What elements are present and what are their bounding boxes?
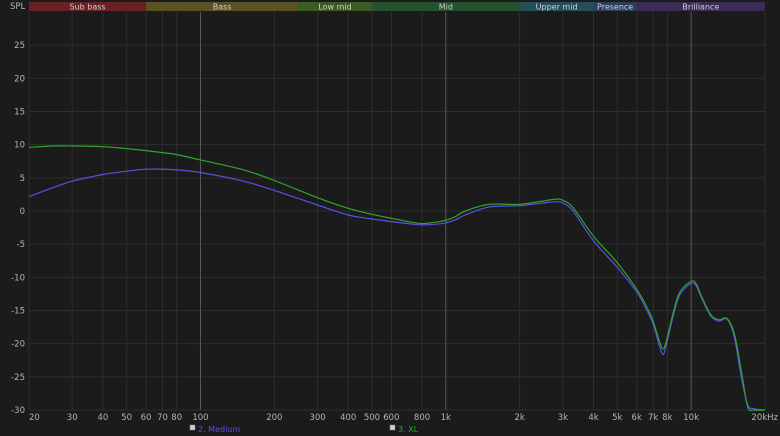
x-tick-8k: 8k: [662, 413, 672, 423]
x-tick-7k: 7k: [648, 413, 658, 423]
x-tick-2k: 2k: [514, 413, 524, 423]
x-tick-400: 400: [340, 413, 356, 423]
legend-checkbox-3-xl: [389, 424, 396, 431]
x-tick-10k: 10k: [683, 413, 699, 423]
x-tick-300: 300: [309, 413, 325, 423]
x-tick-4k: 4k: [588, 413, 598, 423]
frequency-bands: Sub bass Bass Low mid Mid Upper mid Presence B…: [29, 2, 765, 12]
y-tick-15: 15: [14, 108, 25, 118]
x-tick-80: 80: [171, 413, 182, 423]
x-tick-600: 600: [383, 413, 399, 423]
y-tick-10: -10: [11, 273, 25, 283]
x-tick-50: 50: [121, 413, 132, 423]
x-tick-20khz: 20kHz: [751, 413, 778, 423]
y-tick-5: 5: [20, 174, 25, 184]
x-tick-1k: 1k: [441, 413, 451, 423]
x-tick-70: 70: [157, 413, 168, 423]
band-label-bass: Bass: [213, 3, 232, 12]
x-tick-5k: 5k: [612, 413, 622, 423]
y-tick-30: -30: [11, 406, 25, 416]
band-label-low-mid: Low mid: [318, 3, 351, 12]
band-label-brilliance: Brilliance: [682, 3, 719, 12]
x-tick-20: 20: [29, 413, 40, 423]
band-label-sub-bass: Sub bass: [69, 3, 105, 12]
x-tick-800: 800: [414, 413, 430, 423]
band-label-mid: Mid: [439, 3, 453, 12]
y-tick-25: -25: [11, 373, 25, 383]
y-tick-10: 10: [14, 141, 25, 151]
x-tick-3k: 3k: [558, 413, 568, 423]
y-axis-label: SPL: [10, 2, 26, 12]
y-tick-25: 25: [14, 41, 25, 51]
legend-label-3-xl: 3. XL: [398, 425, 419, 434]
x-tick-100: 100: [192, 413, 208, 423]
y-tick-15: -15: [11, 307, 25, 317]
y-tick-0: 0: [20, 207, 25, 217]
x-tick-500: 500: [364, 413, 380, 423]
y-tick-5: -5: [17, 240, 25, 250]
legend-label-2-medium: 2. Medium: [198, 425, 240, 434]
x-tick-200: 200: [266, 413, 282, 423]
y-tick-20: -20: [11, 340, 25, 350]
band-label-presence: Presence: [597, 3, 633, 12]
x-tick-40: 40: [97, 413, 108, 423]
band-label-upper-mid: Upper mid: [536, 3, 578, 12]
frequency-response-chart: SPL Sub bass Bass Low mid Mid Upper mid Prese…: [0, 0, 780, 436]
x-tick-30: 30: [67, 413, 78, 423]
legend-checkbox-2-medium: [189, 424, 196, 431]
y-tick-20: 20: [14, 74, 25, 84]
x-tick-6k: 6k: [632, 413, 642, 423]
x-tick-60: 60: [141, 413, 152, 423]
